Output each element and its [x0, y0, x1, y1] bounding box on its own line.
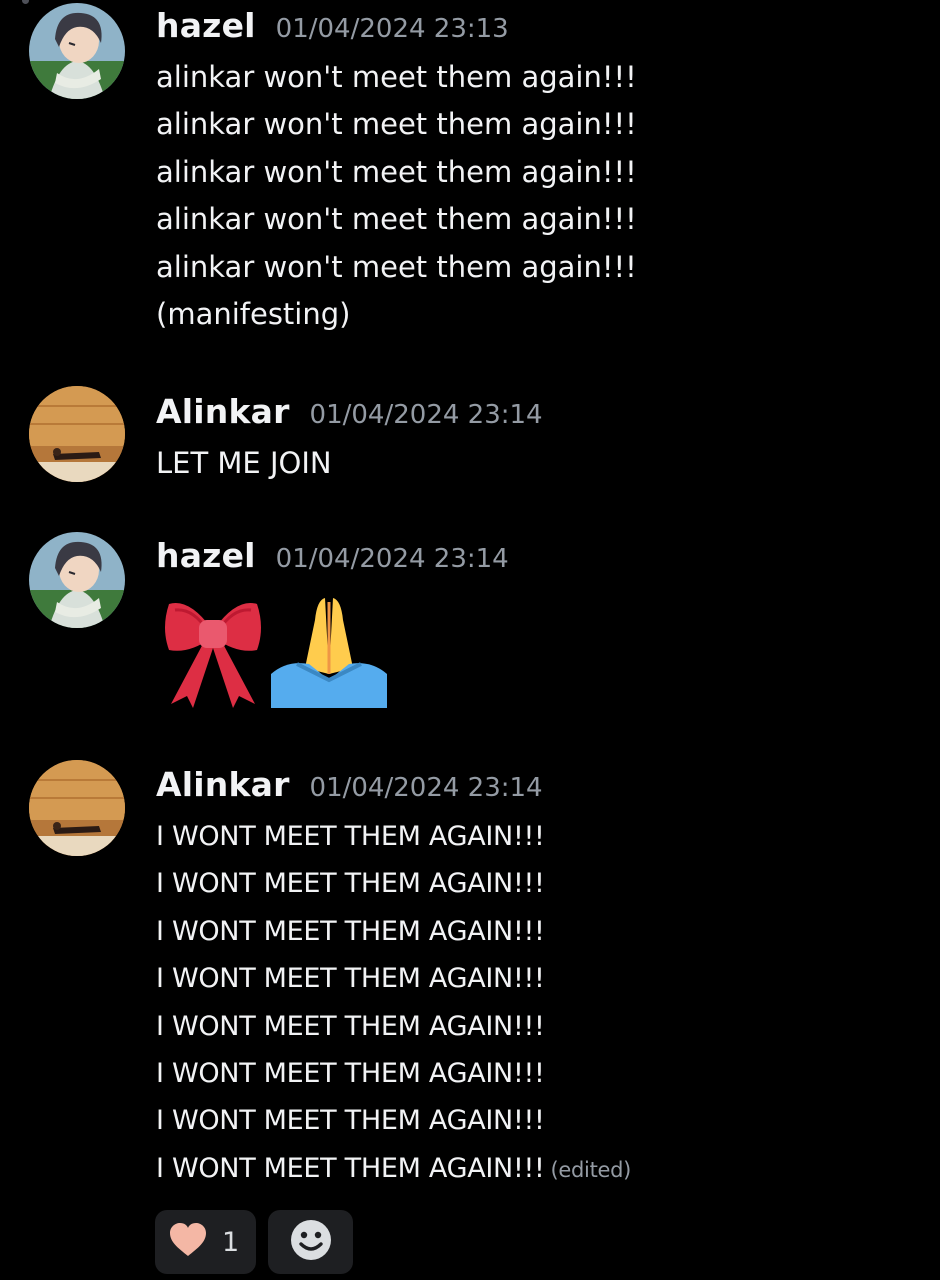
message-line: alinkar won't meet them again!!!	[156, 60, 637, 94]
username[interactable]: hazel	[156, 6, 256, 45]
heart-reaction-button[interactable]: 1	[155, 1210, 256, 1274]
timestamp: 01/04/2024 23:14	[309, 400, 543, 430]
message-line: alinkar won't meet them again!!!	[156, 202, 637, 237]
reactions-bar: 1	[155, 1210, 353, 1274]
message-line-text: I WONT MEET THEM AGAIN!!!	[156, 1152, 545, 1184]
timestamp: 01/04/2024 23:13	[275, 14, 509, 44]
avatar[interactable]	[29, 532, 125, 628]
reaction-count: 1	[222, 1226, 240, 1258]
avatar[interactable]	[29, 3, 125, 99]
unread-indicator-dot	[22, 0, 29, 4]
message-line: I WONT MEET THEM AGAIN!!!	[156, 1057, 545, 1089]
add-reaction-button[interactable]	[268, 1210, 353, 1274]
message-line: I WONT MEET THEM AGAIN!!!	[156, 915, 545, 947]
message-line: I WONT MEET THEM AGAIN!!! (edited)	[156, 1145, 920, 1192]
message-line: alinkar won't meet them again!!!	[156, 249, 637, 284]
avatar[interactable]	[29, 760, 125, 856]
avatar[interactable]	[29, 386, 125, 482]
smiley-icon	[290, 1219, 332, 1265]
timestamp: 01/04/2024 23:14	[275, 544, 509, 574]
folded-hands-emoji	[269, 590, 389, 708]
message-line: I WONT MEET THEM AGAIN!!!	[156, 821, 545, 852]
message-line: LET ME JOIN	[156, 446, 332, 480]
message-line: (manifesting)	[156, 296, 351, 331]
username[interactable]: Alinkar	[156, 392, 290, 431]
message-line: I WONT MEET THEM AGAIN!!!	[156, 1010, 545, 1042]
message-line: alinkar won't meet them again!!!	[156, 107, 637, 142]
ribbon-emoji	[159, 592, 267, 708]
username[interactable]: hazel	[156, 536, 256, 575]
heart-icon	[168, 1222, 208, 1262]
message-line: I WONT MEET THEM AGAIN!!!	[156, 868, 545, 900]
timestamp: 01/04/2024 23:14	[309, 773, 543, 803]
message-line: I WONT MEET THEM AGAIN!!!	[156, 963, 545, 995]
message-line: I WONT MEET THEM AGAIN!!!	[156, 1105, 545, 1137]
edited-label: (edited)	[550, 1157, 632, 1182]
message-line: alinkar won't meet them again!!!	[156, 154, 637, 189]
username[interactable]: Alinkar	[156, 765, 290, 804]
